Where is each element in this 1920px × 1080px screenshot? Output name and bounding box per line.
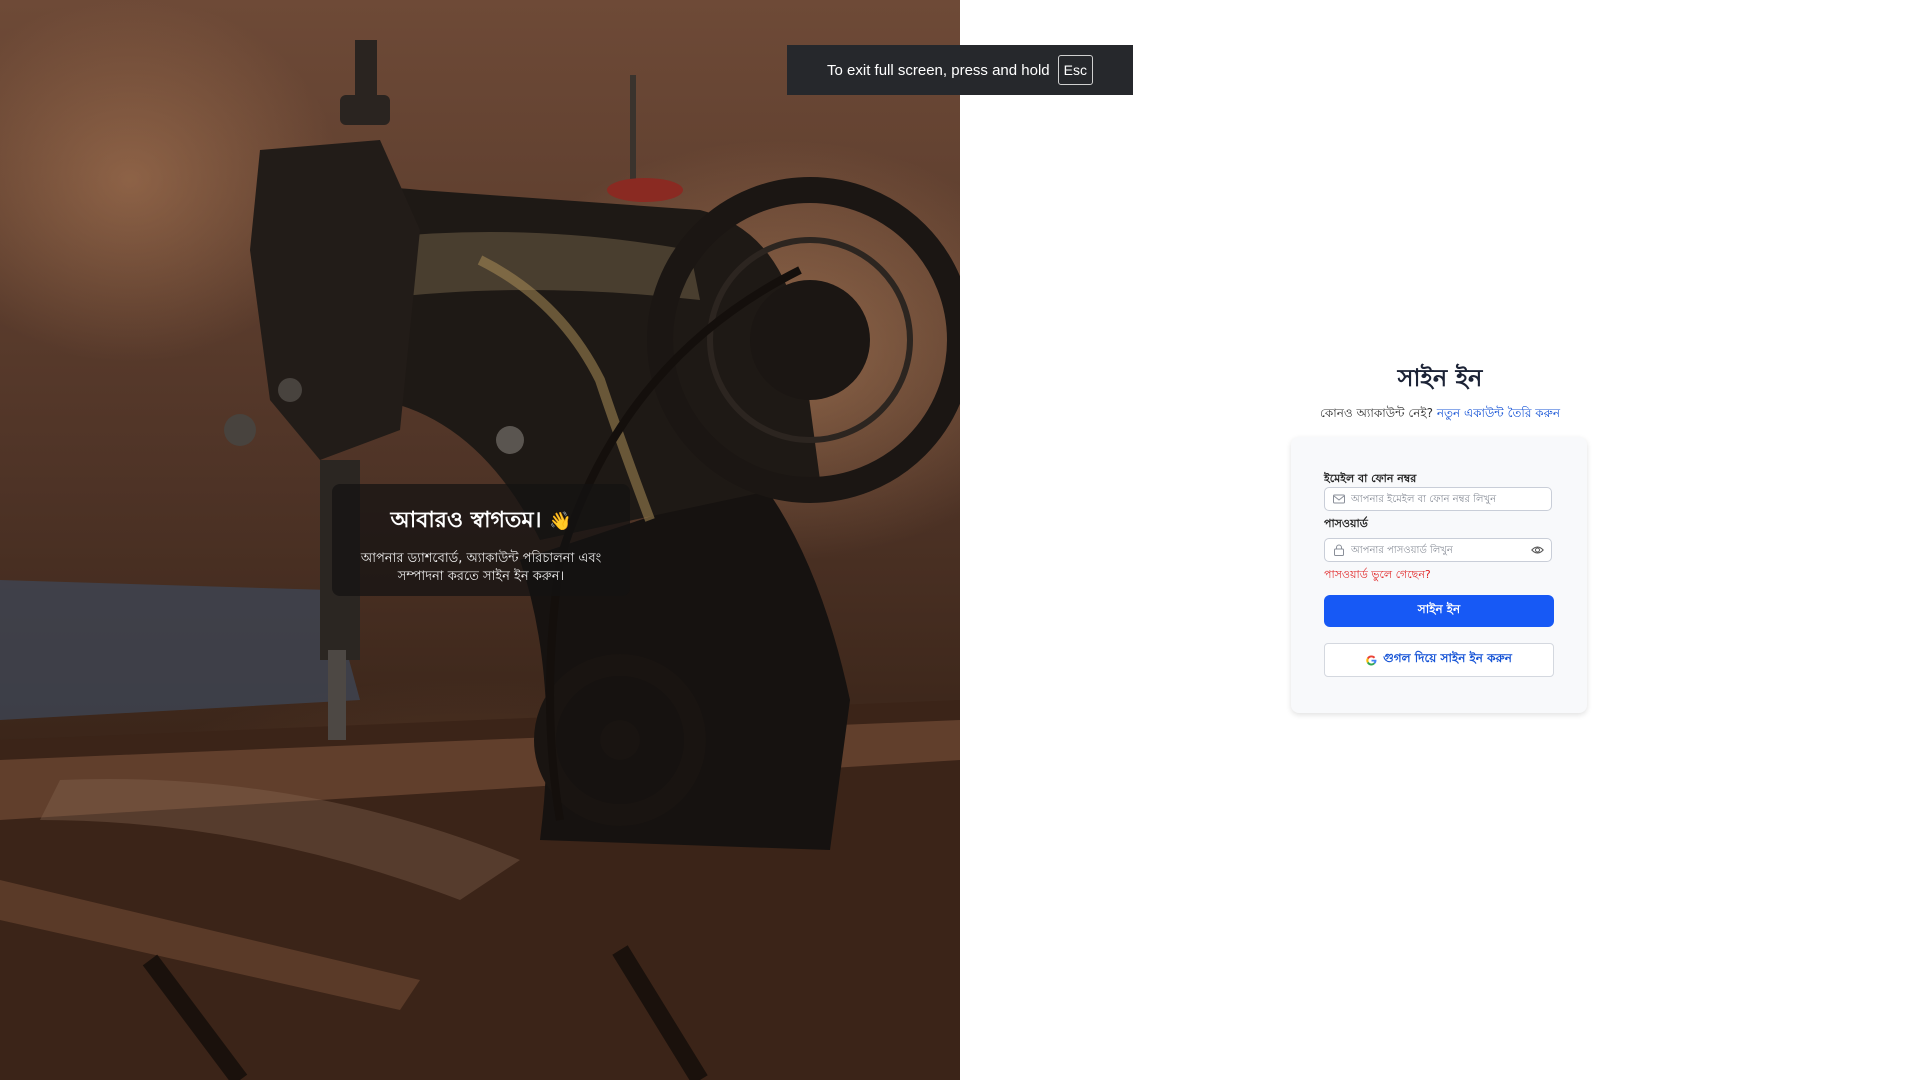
google-icon [1366,654,1377,666]
welcome-title: আবারও স্বাগতম। 👋 [332,503,630,540]
password-field[interactable] [1324,538,1552,562]
password-label: পাসওয়ার্ড [1324,517,1368,530]
fullscreen-toast-message: To exit full screen, press and hold [827,61,1050,79]
create-account-link[interactable]: নতুন একাউন্ট তৈরি করুন [1437,406,1560,420]
hero-image-panel: আবারও স্বাগতম। 👋 আপনার ড্যাশবোর্ড, অ্যাক… [0,0,960,1080]
lock-icon [1334,544,1344,556]
waving-hand-icon: 👋 [549,511,572,532]
email-input[interactable] [1351,490,1531,508]
forgot-password-link[interactable]: পাসওয়ার্ড ভুলে গেছেন? [1324,566,1431,585]
no-account-text: কোনও অ্যাকাউন্ট নেই? [1319,406,1433,420]
email-field[interactable] [1324,487,1552,511]
welcome-title-text: আবারও স্বাগতম। [390,508,542,533]
eye-icon[interactable] [1531,544,1544,556]
envelope-icon [1333,494,1345,504]
fullscreen-exit-toast: To exit full screen, press and hold Esc [787,45,1133,95]
esc-key-badge: Esc [1057,55,1093,85]
password-input[interactable] [1351,541,1531,559]
signin-subtitle: কোনও অ্যাকাউন্ট নেই? নতুন একাউন্ট তৈরি ক… [1240,405,1640,425]
signin-button[interactable]: সাইন ইন [1324,595,1554,627]
google-signin-label: গুগল দিয়ে সাইন ইন করুন [1383,651,1512,665]
google-signin-button[interactable]: গুগল দিয়ে সাইন ইন করুন [1324,643,1554,677]
signin-card: ইমেইল বা ফোন নম্বর পাসওয়ার্ড পাসওয়ার্ড… [1291,437,1587,713]
welcome-subtitle: আপনার ড্যাশবোর্ড, অ্যাকাউন্ট পরিচালনা এব… [360,551,602,584]
signin-title: সাইন ইন [1397,364,1483,392]
welcome-card: আবারও স্বাগতম। 👋 আপনার ড্যাশবোর্ড, অ্যাক… [332,484,630,596]
